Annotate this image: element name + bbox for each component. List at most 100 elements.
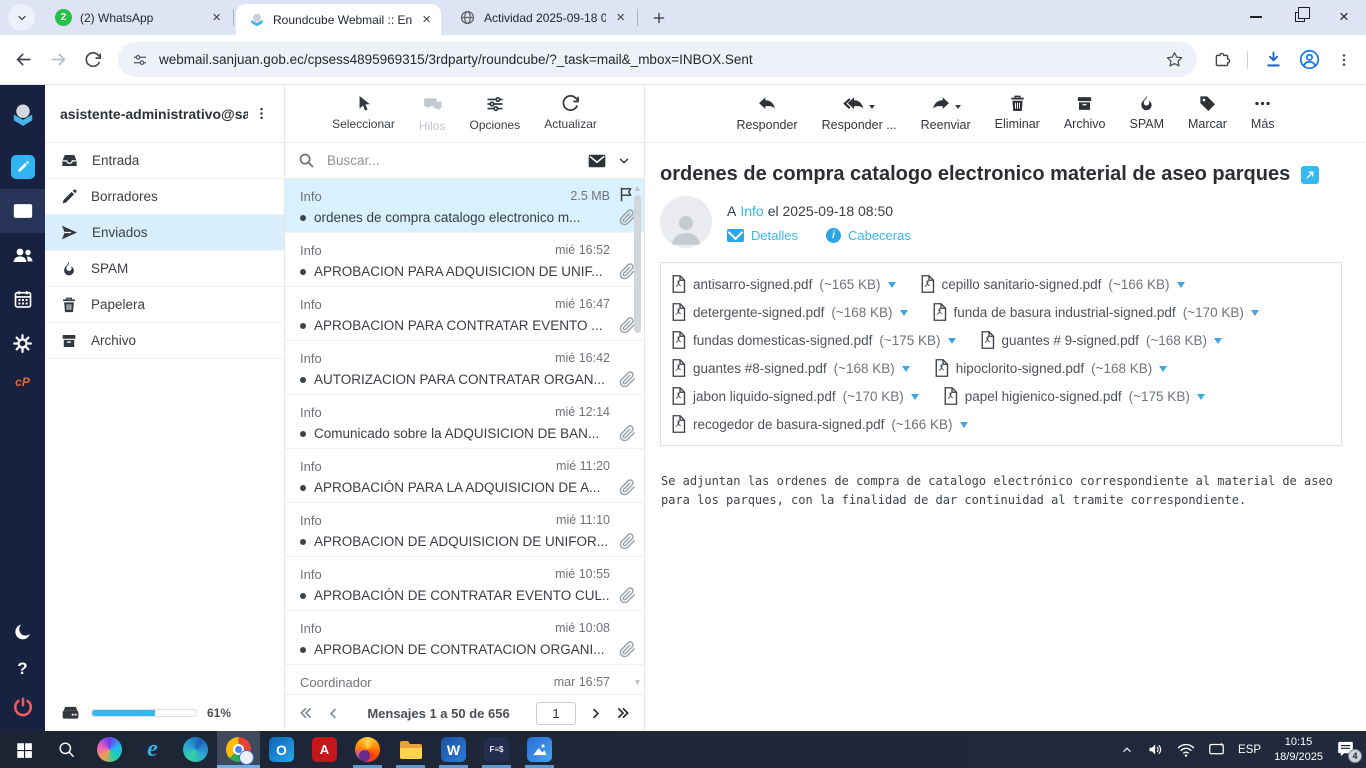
compose-button[interactable] — [0, 145, 45, 189]
tab-close-icon[interactable]: × — [614, 9, 627, 26]
browser-tab-whatsapp[interactable]: 2 (2) WhatsApp × — [43, 1, 231, 35]
file-explorer-icon[interactable] — [389, 731, 432, 768]
browser-menu-kebab-icon[interactable] — [1336, 52, 1352, 68]
dropdown-caret-icon[interactable] — [869, 105, 875, 112]
dropdown-caret-icon[interactable] — [955, 105, 961, 112]
delete-button[interactable]: Eliminar — [995, 94, 1040, 131]
tab-close-icon[interactable]: × — [210, 9, 223, 26]
photos-icon[interactable] — [518, 731, 561, 768]
refresh-button[interactable]: Actualizar — [544, 94, 597, 131]
cpanel-icon[interactable]: cP — [0, 365, 45, 399]
tab-search-button[interactable] — [8, 4, 35, 31]
message-row-selected[interactable]: Info2.5 MB ordenes de compra catalogo el… — [285, 179, 644, 233]
folder-item-enviados-selected[interactable]: Enviados — [45, 215, 284, 251]
attachment-menu-caret-icon[interactable] — [911, 394, 919, 404]
extensions-icon[interactable] — [1213, 51, 1231, 69]
calendar-nav-button[interactable] — [0, 277, 45, 321]
message-row[interactable]: Infomié 16:47 APROBACION PARA CONTRATAR … — [285, 287, 644, 341]
attachment-menu-caret-icon[interactable] — [1177, 282, 1185, 292]
window-close-button[interactable]: × — [1322, 0, 1366, 34]
tab-close-icon[interactable]: × — [420, 11, 433, 28]
acrobat-icon[interactable]: A — [303, 731, 346, 768]
attachment[interactable]: guantes # 9-signed.pdf(~168 KB) — [980, 326, 1223, 354]
profile-avatar-icon[interactable] — [1299, 49, 1320, 70]
scroll-down-icon[interactable]: ▼ — [633, 677, 642, 687]
logout-power-icon[interactable] — [0, 687, 45, 727]
folder-item-spam[interactable]: SPAM — [45, 251, 284, 287]
browser-tab-actividad[interactable]: Actividad 2025-09-18 08:00:00 × — [447, 1, 635, 35]
spam-button[interactable]: SPAM — [1130, 94, 1165, 131]
account-menu-kebab-icon[interactable] — [254, 106, 269, 121]
reload-button[interactable] — [84, 51, 102, 69]
help-button[interactable]: ? — [0, 651, 45, 687]
message-row[interactable]: Infomié 11:20 APROBACIÓN PARA LA ADQUISI… — [285, 449, 644, 503]
scrollbar-thumb[interactable] — [634, 195, 641, 333]
internet-explorer-icon[interactable]: e — [131, 731, 174, 768]
start-button[interactable] — [2, 731, 45, 768]
attachment-menu-caret-icon[interactable] — [960, 422, 968, 432]
folder-item-papelera[interactable]: Papelera — [45, 287, 284, 323]
site-settings-icon[interactable] — [132, 52, 148, 68]
search-scope-mail-icon[interactable] — [587, 151, 607, 171]
threads-button[interactable]: Hilos — [419, 94, 446, 133]
first-page-button[interactable] — [298, 705, 314, 721]
edge-icon[interactable] — [174, 731, 217, 768]
attachment-menu-caret-icon[interactable] — [1251, 310, 1259, 320]
folder-item-archivo[interactable]: Archivo — [45, 323, 284, 359]
next-page-button[interactable] — [588, 706, 603, 721]
list-scrollbar[interactable]: ▲ ▼ — [633, 181, 642, 694]
search-options-chevron-icon[interactable] — [617, 154, 631, 168]
copilot-icon[interactable] — [88, 731, 131, 768]
hidden-icons-chevron-icon[interactable] — [1120, 743, 1134, 757]
fes-app-icon[interactable]: F≡$ — [475, 731, 518, 768]
mail-nav-button[interactable] — [0, 189, 45, 233]
folder-item-entrada[interactable]: Entrada — [45, 143, 284, 179]
reply-all-button[interactable]: Responder ... — [822, 94, 897, 132]
attachment[interactable]: papel higienico-signed.pdf(~175 KB) — [943, 382, 1205, 410]
mark-button[interactable]: Marcar — [1188, 94, 1227, 131]
headers-toggle[interactable]: i Cabeceras — [826, 228, 911, 243]
archive-button[interactable]: Archivo — [1064, 94, 1106, 131]
attachment-menu-caret-icon[interactable] — [902, 366, 910, 376]
attachment-menu-caret-icon[interactable] — [888, 282, 896, 292]
attachment[interactable]: detergente-signed.pdf(~168 KB) — [671, 298, 908, 326]
bookmark-star-icon[interactable] — [1166, 51, 1183, 68]
back-button[interactable] — [14, 50, 33, 69]
message-row[interactable]: Infomié 12:14 Comunicado sobre la ADQUIS… — [285, 395, 644, 449]
wifi-icon[interactable] — [1177, 742, 1195, 758]
message-row[interactable]: Infomié 16:42 AUTORIZACION PARA CONTRATA… — [285, 341, 644, 395]
forward-button[interactable] — [49, 50, 68, 69]
address-bar[interactable]: webmail.sanjuan.gob.ec/cpsess4895969315/… — [118, 42, 1197, 77]
message-row[interactable]: Infomié 10:55 APROBACIÓN DE CONTRATAR EV… — [285, 557, 644, 611]
downloads-icon[interactable] — [1264, 50, 1283, 69]
window-restore-button[interactable] — [1278, 0, 1322, 34]
open-in-new-window-icon[interactable] — [1301, 166, 1319, 184]
search-input[interactable] — [325, 152, 577, 169]
details-toggle[interactable]: Detalles — [727, 228, 798, 243]
scroll-up-icon[interactable]: ▲ — [633, 183, 642, 193]
attachment[interactable]: fundas domesticas-signed.pdf(~175 KB) — [671, 326, 956, 354]
recipient-link[interactable]: Info — [740, 203, 763, 219]
attachment[interactable]: recogedor de basura-signed.pdf(~166 KB) — [671, 410, 968, 438]
attachment-menu-caret-icon[interactable] — [1159, 366, 1167, 376]
dark-mode-moon-icon[interactable] — [0, 613, 45, 651]
browser-tab-roundcube-active[interactable]: Roundcube Webmail :: Enviados × — [236, 4, 441, 35]
firefox-icon[interactable] — [346, 731, 389, 768]
list-options-button[interactable]: Opciones — [469, 94, 520, 132]
attachment-menu-caret-icon[interactable] — [1214, 338, 1222, 348]
taskbar-search-icon[interactable] — [45, 731, 88, 768]
chrome-icon-active[interactable] — [217, 731, 260, 768]
outlook-icon[interactable]: O — [260, 731, 303, 768]
last-page-button[interactable] — [615, 705, 631, 721]
message-row[interactable]: Infomié 16:52 APROBACION PARA ADQUISICIO… — [285, 233, 644, 287]
settings-nav-button[interactable] — [0, 321, 45, 365]
attachment[interactable]: cepillo sanitario-signed.pdf(~166 KB) — [920, 270, 1185, 298]
attachment-menu-caret-icon[interactable] — [1197, 394, 1205, 404]
attachment[interactable]: jabon liquido-signed.pdf(~170 KB) — [671, 382, 919, 410]
attachment[interactable]: hipoclorito-signed.pdf(~168 KB) — [934, 354, 1168, 382]
message-row[interactable]: Infomié 11:10 APROBACION DE ADQUISICION … — [285, 503, 644, 557]
message-row[interactable]: Infomié 10:08 APROBACION DE CONTRATACION… — [285, 611, 644, 665]
folder-item-borradores[interactable]: Borradores — [45, 179, 284, 215]
attachment[interactable]: guantes #8-signed.pdf(~168 KB) — [671, 354, 910, 382]
attachment[interactable]: funda de basura industrial-signed.pdf(~1… — [932, 298, 1259, 326]
